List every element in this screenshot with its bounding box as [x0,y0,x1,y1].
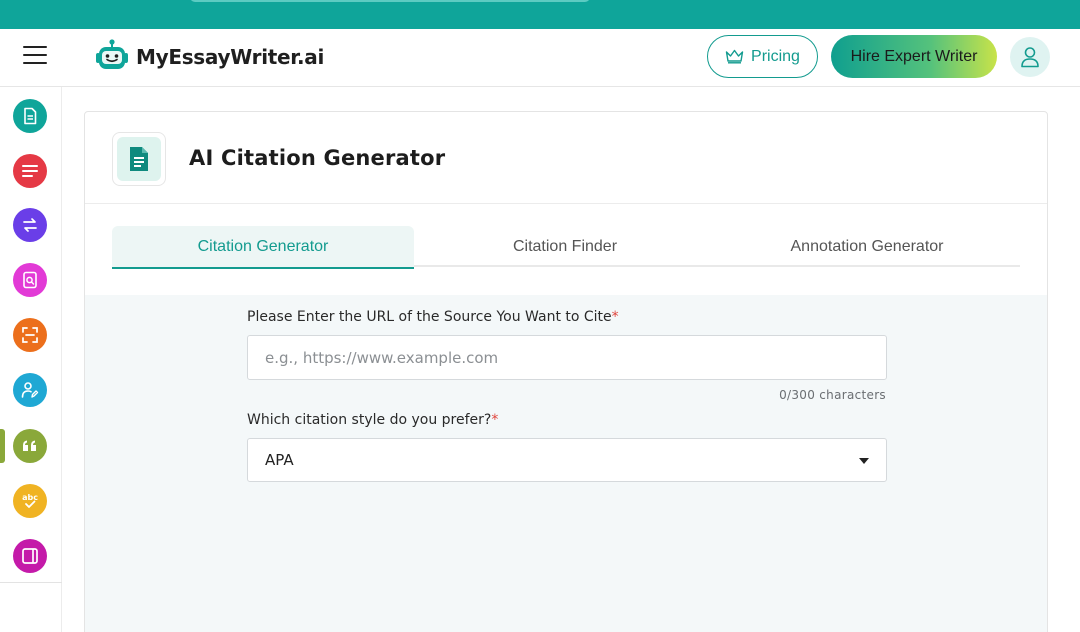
menu-icon[interactable] [22,46,48,68]
scan-icon [22,327,38,343]
required-mark: * [611,309,619,325]
sidebar-item-book-tool[interactable] [13,539,47,573]
hire-expert-writer-button[interactable]: Hire Expert Writer [831,35,997,78]
quote-icon [23,440,36,451]
sidebar-item-humanizer[interactable] [13,373,47,407]
style-field-label: Which citation style do you prefer?* [247,412,498,428]
user-icon [1021,47,1039,68]
grammar-check-icon: abc [22,493,38,508]
sidebar-item-paraphraser[interactable] [13,208,47,242]
sidebar-item-text-tool[interactable] [13,154,47,188]
sidebar-item-citation-generator[interactable] [13,429,47,463]
text-lines-icon [22,165,38,177]
book-icon [22,548,38,564]
tab-annotation-generator[interactable]: Annotation Generator [716,226,1018,267]
url-field-label: Please Enter the URL of the Source You W… [247,309,619,325]
citation-form: Please Enter the URL of the Source You W… [85,295,1047,632]
tab-citation-generator[interactable]: Citation Generator [112,226,414,269]
document-lines-icon [130,147,148,171]
tool-card: AI Citation Generator Citation Generator… [84,111,1048,632]
hire-label: Hire Expert Writer [850,47,978,65]
sidebar-item-plagiarism-checker[interactable] [13,263,47,297]
sidebar-item-grammar-checker[interactable]: abc [13,484,47,518]
tab-bar: Citation Generator Citation Finder Annot… [112,226,1020,269]
page-title: AI Citation Generator [189,146,446,170]
document-search-icon [23,271,37,289]
top-banner [0,0,1080,29]
svg-text:abc: abc [22,493,38,502]
paraphrase-icon [23,218,37,232]
sidebar-divider [0,582,62,583]
header: MyEssayWriter.ai Pricing Hire Expert Wri… [0,29,1080,87]
tool-icon-frame [112,132,166,186]
tab-citation-finder[interactable]: Citation Finder [414,226,716,267]
document-icon [24,107,37,125]
citation-style-value: APA [265,451,294,469]
logo[interactable]: MyEssayWriter.ai [92,37,324,77]
sidebar-item-ai-detector[interactable] [13,318,47,352]
citation-style-select[interactable]: APA [247,438,887,482]
top-banner-pill [190,0,590,2]
crown-icon [725,49,744,64]
logo-text: MyEssayWriter.ai [136,45,325,69]
user-edit-icon [21,382,39,398]
chevron-down-icon [859,458,869,464]
sidebar: abc [0,87,62,632]
character-counter: 0/300 characters [779,388,886,402]
pricing-button[interactable]: Pricing [707,35,818,78]
url-label-text: Please Enter the URL of the Source You W… [247,309,612,325]
sidebar-item-essay-writer[interactable] [13,99,47,133]
card-header: AI Citation Generator [85,112,1047,204]
user-account-button[interactable] [1010,37,1050,77]
style-label-text: Which citation style do you prefer? [247,412,492,428]
sidebar-active-indicator [0,429,5,463]
required-mark: * [491,412,499,428]
source-url-input[interactable] [247,335,887,380]
robot-logo-icon [96,39,128,69]
pricing-label: Pricing [751,47,800,65]
